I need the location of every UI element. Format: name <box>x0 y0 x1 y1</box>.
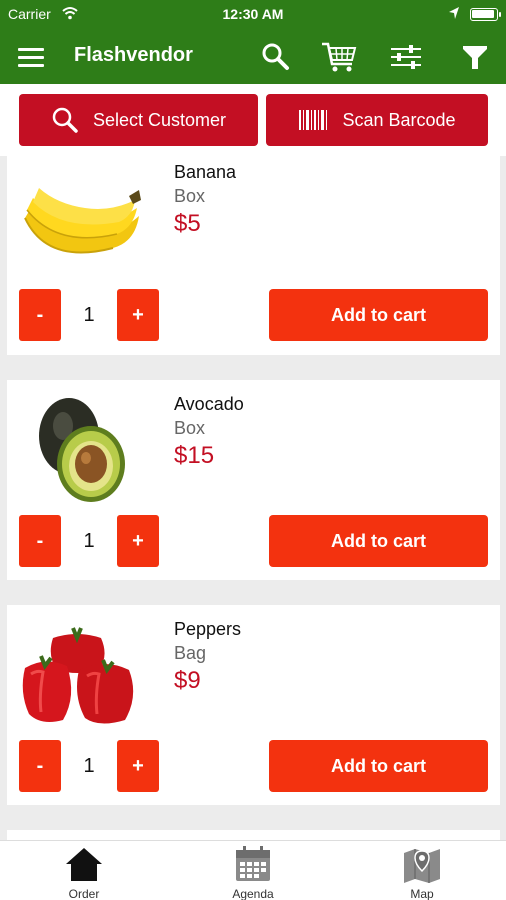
banana-image <box>24 188 141 254</box>
tab-agenda[interactable]: Agenda <box>193 845 313 900</box>
avocado-image <box>39 398 125 502</box>
tab-label: Agenda <box>232 887 274 900</box>
add-to-cart-button[interactable]: Add to cart <box>269 289 488 341</box>
quantity-value[interactable]: 1 <box>61 289 117 341</box>
calendar-icon <box>236 846 270 881</box>
increase-quantity-button[interactable]: + <box>117 515 159 567</box>
app-screen: Carrier 12:30 AM Flashvendor Select Cust… <box>0 0 506 900</box>
product-card: Peppers Bag $9 - 1 + Add to cart <box>7 605 500 805</box>
product-name: Avocado <box>174 394 244 414</box>
product-price: $5 <box>174 210 201 237</box>
product-name: Peppers <box>174 619 242 639</box>
decrease-quantity-button[interactable]: - <box>19 289 61 341</box>
product-card <box>7 830 500 840</box>
sliders-icon[interactable] <box>389 40 423 74</box>
app-header: Flashvendor <box>0 30 506 84</box>
product-price: $15 <box>174 442 215 469</box>
menu-icon[interactable] <box>16 42 46 72</box>
add-to-cart-button[interactable]: Add to cart <box>269 515 488 567</box>
add-to-cart-button[interactable]: Add to cart <box>269 740 488 792</box>
quantity-value[interactable]: 1 <box>61 515 117 567</box>
app-title: Flashvendor <box>74 44 193 66</box>
scan-barcode-button[interactable]: Scan Barcode <box>266 94 488 146</box>
cart-icon[interactable] <box>320 40 358 74</box>
status-bar: Carrier 12:30 AM <box>0 0 506 30</box>
product-unit: Box <box>174 186 206 206</box>
product-card: Avocado Box $15 - 1 + Add to cart <box>7 380 500 580</box>
increase-quantity-button[interactable]: + <box>117 289 159 341</box>
select-customer-label: Select Customer <box>92 109 227 130</box>
increase-quantity-button[interactable]: + <box>117 740 159 792</box>
decrease-quantity-button[interactable]: - <box>19 740 61 792</box>
select-customer-button[interactable]: Select Customer <box>19 94 258 146</box>
battery-icon <box>470 8 498 21</box>
status-time: 12:30 AM <box>222 6 284 22</box>
product-price: $9 <box>174 667 201 694</box>
bottom-tab-bar: Order Agenda Map <box>0 840 506 900</box>
product-list: Banana Box $5 - 1 + Add to cart Avocado … <box>0 156 506 840</box>
product-unit: Box <box>174 418 206 438</box>
tab-label: Order <box>68 887 100 900</box>
location-icon <box>449 7 459 19</box>
tab-order[interactable]: Order <box>24 845 144 900</box>
quantity-value[interactable]: 1 <box>61 740 117 792</box>
battery-tip <box>499 12 501 17</box>
decrease-quantity-button[interactable]: - <box>19 515 61 567</box>
product-unit: Bag <box>174 643 207 663</box>
home-icon <box>66 848 102 881</box>
filter-icon[interactable] <box>458 40 492 74</box>
map-icon <box>404 849 440 883</box>
tab-label: Map <box>410 887 434 900</box>
barcode-icon <box>299 110 328 130</box>
tab-map[interactable]: Map <box>362 845 482 900</box>
search-icon[interactable] <box>258 40 292 74</box>
peppers-image <box>22 627 134 724</box>
action-bar: Select Customer Scan Barcode <box>0 84 506 156</box>
product-name: Banana <box>174 162 237 182</box>
search-icon <box>52 107 78 133</box>
scan-barcode-label: Scan Barcode <box>342 109 456 130</box>
product-card: Banana Box $5 - 1 + Add to cart <box>7 156 500 355</box>
